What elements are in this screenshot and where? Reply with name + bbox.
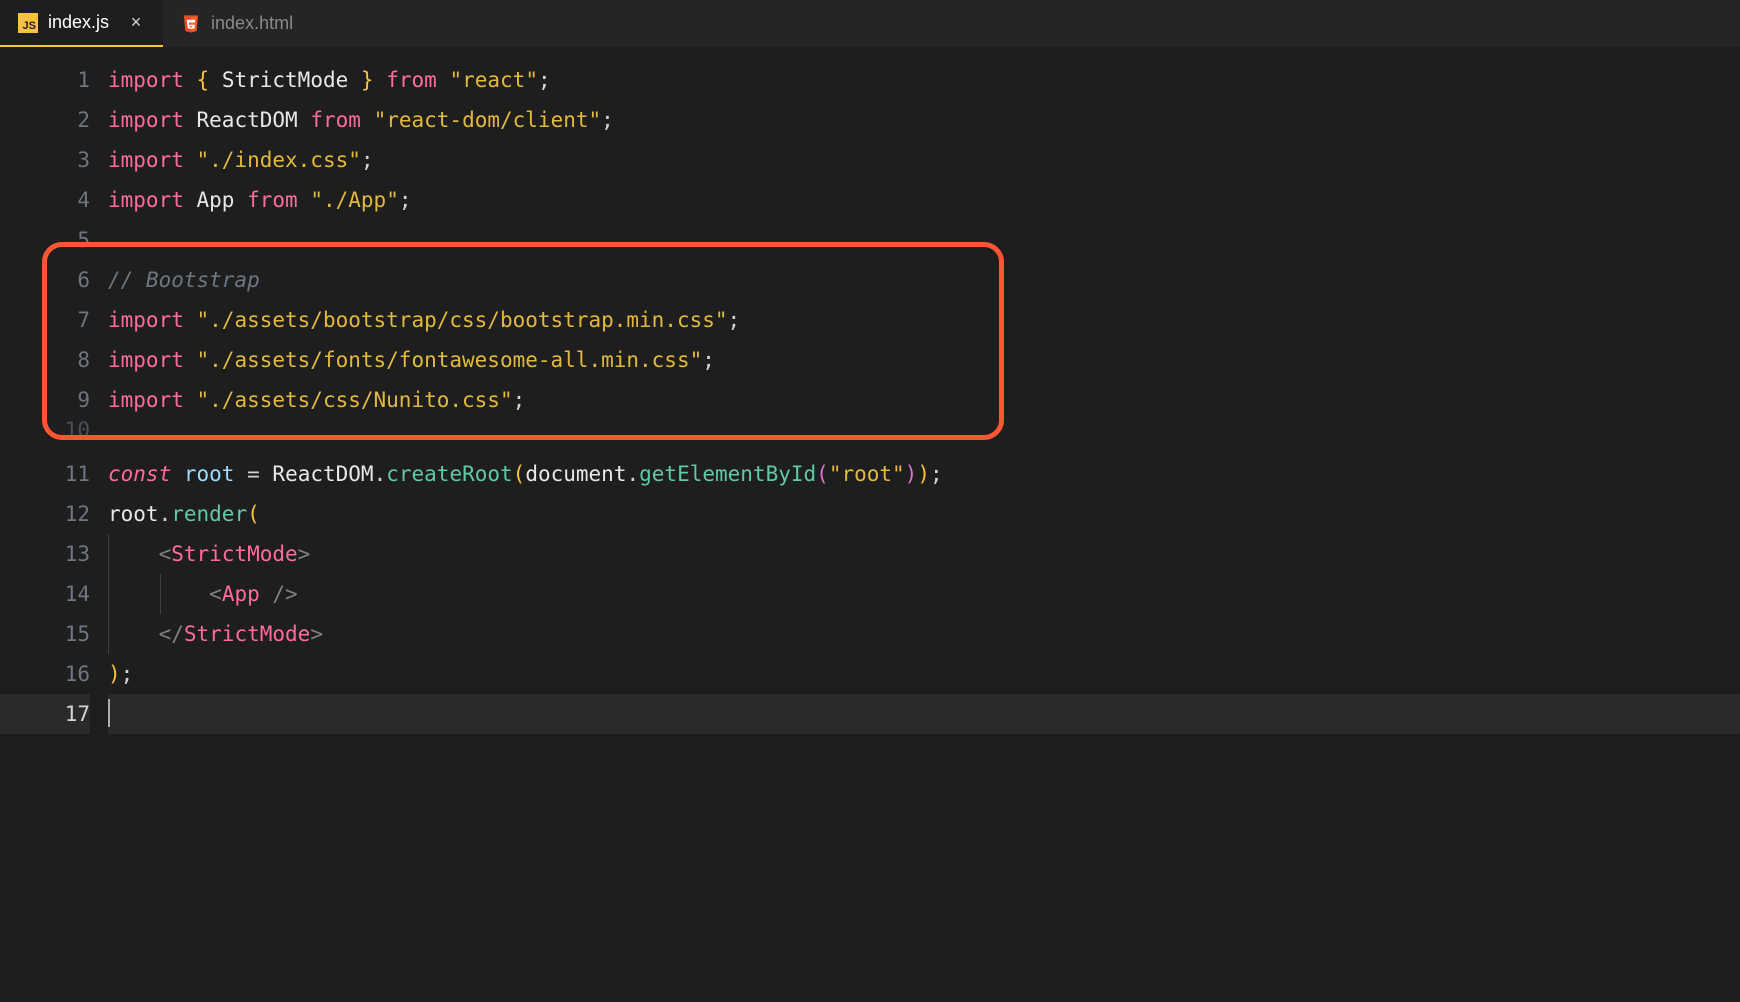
code-line[interactable] [108, 420, 1740, 440]
code-line[interactable]: import { StrictMode } from "react"; [108, 60, 1740, 100]
line-number: 16 [0, 654, 90, 694]
html-file-icon [181, 14, 201, 34]
line-number: 13 [0, 534, 90, 574]
line-number: 2 [0, 100, 90, 140]
code-line[interactable]: import App from "./App"; [108, 180, 1740, 220]
line-number: 17 [0, 694, 90, 734]
code-line[interactable]: import "./index.css"; [108, 140, 1740, 180]
line-number: 15 [0, 614, 90, 654]
code-line[interactable]: <StrictMode> [108, 534, 1740, 574]
line-number: 11 [0, 454, 90, 494]
code-line[interactable]: const root = ReactDOM.createRoot(documen… [108, 454, 1740, 494]
code-line[interactable]: root.render( [108, 494, 1740, 534]
code-line[interactable] [108, 694, 1740, 734]
line-number: 1 [0, 60, 90, 100]
line-number: 3 [0, 140, 90, 180]
code-line[interactable]: import "./assets/fonts/fontawesome-all.m… [108, 340, 1740, 380]
line-number: 14 [0, 574, 90, 614]
tab-index-html[interactable]: index.html × [163, 0, 347, 47]
line-number: 4 [0, 180, 90, 220]
line-number: 10 [0, 420, 90, 440]
line-number: 8 [0, 340, 90, 380]
tab-index-js[interactable]: JS index.js × [0, 0, 163, 47]
code-line[interactable] [108, 220, 1740, 260]
close-icon[interactable]: × [127, 12, 145, 33]
line-number-gutter: 1234567891011121314151617 [0, 60, 108, 734]
code-editor[interactable]: 1234567891011121314151617 import { Stric… [0, 48, 1740, 734]
js-file-icon: JS [18, 13, 38, 33]
code-line[interactable]: ); [108, 654, 1740, 694]
tab-label: index.html [211, 13, 293, 34]
line-number: 12 [0, 494, 90, 534]
code-line[interactable]: <App /> [108, 574, 1740, 614]
line-number: 6 [0, 260, 90, 300]
line-number: 5 [0, 220, 90, 260]
tab-label: index.js [48, 12, 109, 33]
code-line[interactable]: import "./assets/bootstrap/css/bootstrap… [108, 300, 1740, 340]
text-cursor [108, 699, 110, 727]
code-line[interactable]: </StrictMode> [108, 614, 1740, 654]
code-line[interactable]: import "./assets/css/Nunito.css"; [108, 380, 1740, 420]
line-number: 7 [0, 300, 90, 340]
code-content[interactable]: import { StrictMode } from "react";impor… [108, 60, 1740, 734]
code-line[interactable]: // Bootstrap [108, 260, 1740, 300]
code-line[interactable]: import ReactDOM from "react-dom/client"; [108, 100, 1740, 140]
tab-bar: JS index.js × index.html × [0, 0, 1740, 48]
line-number: 9 [0, 380, 90, 420]
